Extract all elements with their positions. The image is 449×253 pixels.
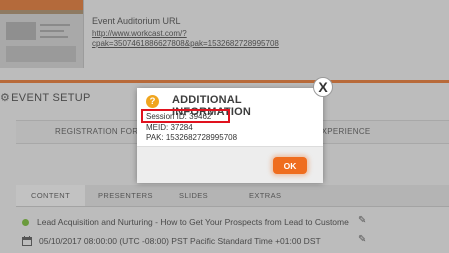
additional-information-dialog: ? ADDITIONAL INFORMATION Session ID: 394… — [137, 88, 323, 183]
tab-experience[interactable]: EXPERIENCE — [316, 127, 371, 136]
event-setup-title: EVENT SETUP — [11, 92, 91, 104]
session-title-row: Lead Acquisition and Nurturing - How to … — [22, 217, 349, 227]
content-tabs: CONTENT PRESENTERS SLIDES EXTRAS — [16, 185, 449, 207]
tab-content[interactable]: CONTENT — [16, 185, 86, 206]
question-icon: ? — [146, 95, 159, 108]
auditorium-url-label: Event Auditorium URL — [92, 16, 181, 26]
section-divider — [0, 80, 449, 83]
edit-title-pencil-icon[interactable]: ✎ — [358, 215, 366, 226]
calendar-icon — [22, 236, 32, 246]
event-setup-heading: ⚙EVENT SETUP — [0, 91, 91, 104]
ok-button[interactable]: OK — [273, 157, 307, 174]
pak-text: PAK: 1532682728995708 — [146, 133, 238, 142]
close-dialog-button[interactable]: X — [313, 77, 333, 97]
tab-slides[interactable]: SLIDES — [179, 191, 208, 200]
edit-datetime-pencil-icon[interactable]: ✎ — [358, 234, 366, 245]
session-datetime-row: 05/10/2017 08:00:00 (UTC -08:00) PST Pac… — [22, 236, 321, 246]
tab-extras[interactable]: EXTRAS — [249, 191, 281, 200]
meid-text: MEID: 37284 — [146, 123, 193, 132]
session-id-text: Session ID: 39462 — [146, 112, 212, 121]
dialog-body: ? ADDITIONAL INFORMATION Session ID: 394… — [137, 88, 323, 146]
auditorium-url-link[interactable]: http://www.workcast.com/?cpak=3507461886… — [92, 29, 292, 49]
session-datetime: 05/10/2017 08:00:00 (UTC -08:00) PST Pac… — [39, 236, 321, 246]
event-thumbnail — [0, 0, 84, 68]
session-title: Lead Acquisition and Nurturing - How to … — [37, 217, 349, 227]
tab-registration-form[interactable]: REGISTRATION FORM — [55, 127, 145, 136]
gear-icon: ⚙ — [0, 92, 11, 104]
tab-presenters[interactable]: PRESENTERS — [98, 191, 153, 200]
status-dot-icon — [22, 219, 29, 226]
